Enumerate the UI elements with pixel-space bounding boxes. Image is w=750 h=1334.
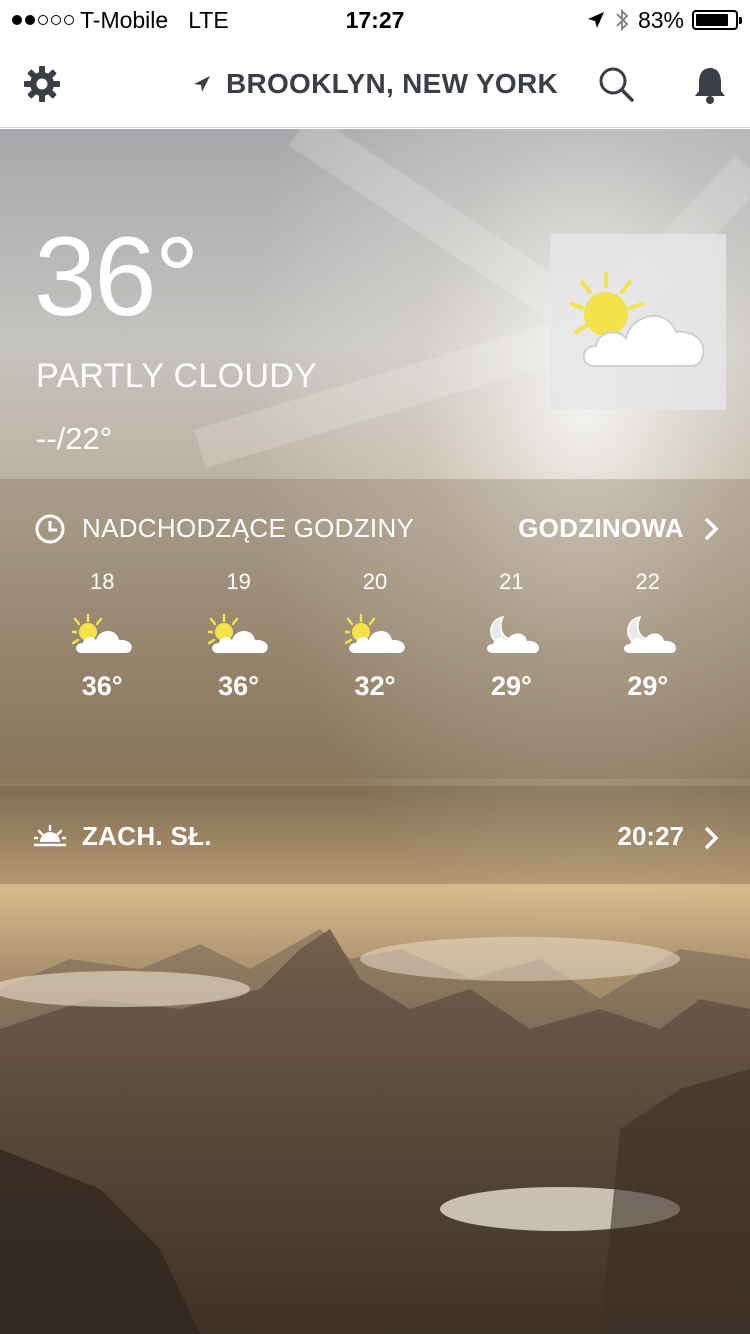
hour-time: 18 <box>89 569 115 594</box>
sunset-icon <box>34 824 66 847</box>
hour-item: 21 29° <box>443 569 579 729</box>
hourly-title: NADCHODZĄCE GODZINY <box>82 513 415 543</box>
hour-time: 21 <box>499 569 524 594</box>
partly-cloudy-day-icon <box>70 613 134 662</box>
chevron-right-icon[interactable] <box>702 824 720 852</box>
hour-temperature: 32° <box>354 671 396 701</box>
hour-time: 22 <box>635 569 660 594</box>
settings-button[interactable] <box>20 62 64 106</box>
location-name: BROOKLYN, NEW YORK <box>225 68 559 99</box>
partly-cloudy-day-icon <box>207 613 270 662</box>
bell-icon <box>695 68 725 104</box>
hourly-forecast-panel: NADCHODZĄCE GODZINY GODZINOWA 18 36° 19 36°… <box>0 479 750 779</box>
current-conditions: 36° PARTLY CLOUDY --/22° <box>0 129 750 479</box>
hour-time: 19 <box>226 569 251 594</box>
hour-item: 20 32° <box>307 569 443 729</box>
high-low-temperature: --/22° <box>36 421 113 456</box>
sunset-time: 20:27 <box>617 821 685 851</box>
partly-cloudy-day-icon <box>570 272 705 367</box>
location-arrow-icon <box>587 12 604 28</box>
search-icon <box>599 67 634 102</box>
search-button[interactable] <box>594 62 638 106</box>
partly-cloudy-night-icon <box>618 613 680 662</box>
hourly-list: 18 36° 19 36° 20 32° 21 29° 22 29° <box>34 569 716 729</box>
hour-item: 19 36° <box>170 569 306 729</box>
app-header: BROOKLYN, NEW YORK <box>0 40 750 128</box>
sunset-row[interactable]: ZACH. SŁ. 20:27 <box>0 786 750 884</box>
condition-icon-tile <box>550 234 726 410</box>
partly-cloudy-night-icon <box>481 613 543 662</box>
hour-temperature: 29° <box>490 671 532 701</box>
partly-cloudy-day-icon <box>343 613 407 662</box>
hourly-link[interactable]: GODZINOWA <box>518 513 684 544</box>
current-temperature: 36° <box>34 214 199 339</box>
hourly-header: NADCHODZĄCE GODZINY GODZINOWA <box>0 509 750 549</box>
battery-percent: 83% <box>637 6 684 33</box>
hour-temperature: 29° <box>627 671 669 701</box>
network-type: LTE <box>188 6 229 33</box>
hour-time: 20 <box>362 569 388 594</box>
current-condition: PARTLY CLOUDY <box>36 357 318 395</box>
carrier-name: T-Mobile <box>80 6 169 33</box>
status-bar: T-Mobile LTE 17:27 83% <box>0 0 750 40</box>
sunset-label: ZACH. SŁ. <box>82 821 212 851</box>
notifications-button[interactable] <box>688 62 732 106</box>
hour-item: 18 36° <box>34 569 170 729</box>
carrier-info: T-Mobile LTE <box>12 7 229 34</box>
gear-icon <box>24 66 60 102</box>
hour-item: 22 29° <box>580 569 716 729</box>
battery-icon <box>692 10 742 30</box>
bluetooth-icon <box>616 8 629 32</box>
hour-temperature: 36° <box>81 671 123 701</box>
location-arrow-icon <box>193 76 210 92</box>
chevron-right-icon[interactable] <box>702 515 720 543</box>
signal-strength-icon <box>12 15 74 25</box>
status-right: 83% <box>586 6 742 34</box>
hour-temperature: 36° <box>218 671 259 701</box>
clock-icon <box>35 514 65 544</box>
